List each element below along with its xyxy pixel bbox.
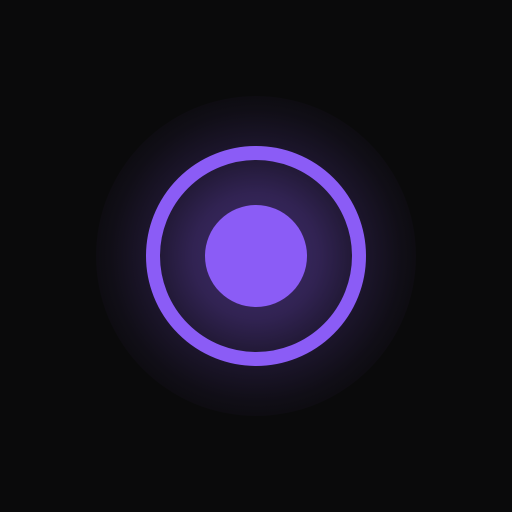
record-dot — [205, 205, 307, 307]
record-icon[interactable] — [146, 146, 366, 366]
record-screen — [0, 0, 512, 512]
